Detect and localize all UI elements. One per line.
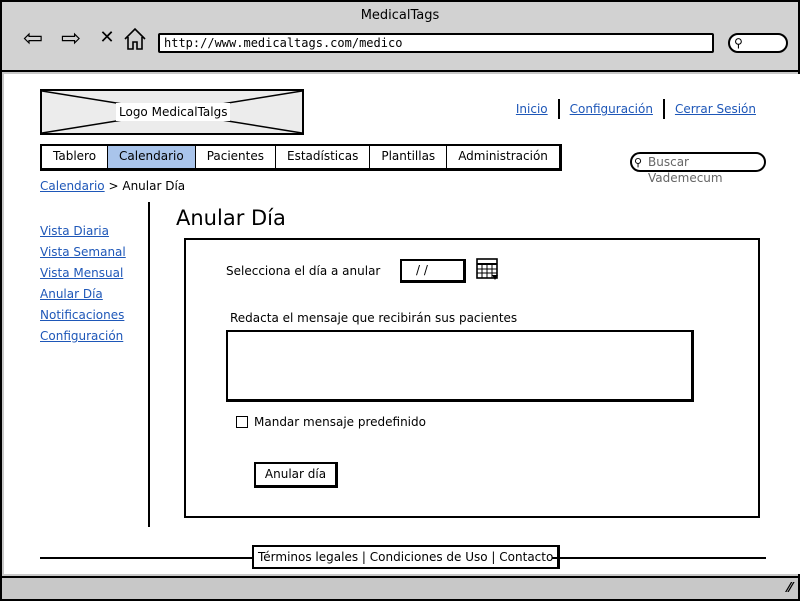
footer-divider [40,557,252,559]
footer-separator: | [491,550,496,564]
browser-window: MedicalTags ⇦ ⇨ ✕ http://www.medicaltags… [0,0,800,601]
date-input[interactable]: / / [400,259,466,283]
footer-link-contacto[interactable]: Contacto [499,550,553,564]
footer-separator: | [361,550,366,564]
message-label: Redacta el mensaje que recibirán sus pac… [230,311,518,325]
resize-grip-icon[interactable]: ⁄⁄ [788,581,792,596]
logo: Logo MedicalTalgs [40,89,304,135]
tab-pacientes[interactable]: Pacientes [195,146,276,168]
footer-link-condiciones[interactable]: Condiciones de Uso [370,550,488,564]
search-vademecum-input[interactable]: ⚲ Buscar Vademecum [630,152,766,185]
close-icon[interactable]: ✕ [92,26,122,52]
window-title: MedicalTags [360,8,440,23]
link-cerrar-sesion[interactable]: Cerrar Sesión [665,102,766,116]
search-placeholder: Buscar Vademecum [648,155,723,185]
anular-dia-button[interactable]: Anular día [254,462,338,488]
tab-tablero[interactable]: Tablero [42,146,109,168]
browser-titlebar: MedicalTags ⇦ ⇨ ✕ http://www.medicaltags… [2,2,798,72]
top-links: Inicio Configuración Cerrar Sesión [506,99,766,119]
url-bar[interactable]: http://www.medicaltags.com/medico [158,33,714,53]
main-tabs: Tablero Calendario Pacientes Estadística… [40,144,562,171]
tab-estadisticas[interactable]: Estadísticas [276,146,371,168]
message-textarea[interactable] [226,330,694,402]
predefined-message-label: Mandar mensaje predefinido [254,415,426,429]
browser-search[interactable]: ⚲ [728,33,788,53]
tab-calendario[interactable]: Calendario [108,146,196,168]
link-inicio[interactable]: Inicio [506,102,558,116]
link-configuracion[interactable]: Configuración [560,102,663,116]
breadcrumb: Calendario > Anular Día [40,179,185,193]
page-title: Anular Día [176,206,286,230]
sidebar-divider [148,202,150,527]
back-arrow-icon[interactable]: ⇦ [18,26,48,52]
statusbar: ⁄⁄ [2,576,798,599]
tab-administracion[interactable]: Administración [447,146,559,168]
search-icon: ⚲ [734,36,743,50]
forward-arrow-icon[interactable]: ⇨ [56,26,86,52]
footer-divider [552,557,766,559]
sidebar: Vista Diaria Vista Semanal Vista Mensual… [40,224,126,350]
footer: Términos legales | Condiciones de Uso | … [252,545,561,569]
sidebar-item-vista-diaria[interactable]: Vista Diaria [40,224,126,238]
home-icon[interactable] [120,26,150,52]
anular-dia-form: Selecciona el día a anular / / Redacta e… [184,238,760,518]
sidebar-item-notificaciones[interactable]: Notificaciones [40,308,126,322]
page-content: Logo MedicalTalgs Inicio Configuración C… [4,74,800,574]
date-label: Selecciona el día a anular [226,264,381,278]
predefined-message-checkbox[interactable] [236,416,248,428]
breadcrumb-separator: > [108,179,119,193]
search-icon: ⚲ [634,156,643,169]
calendar-icon[interactable] [476,257,500,281]
logo-label: Logo MedicalTalgs [116,103,231,121]
sidebar-item-configuracion[interactable]: Configuración [40,329,126,343]
tab-plantillas[interactable]: Plantillas [370,146,448,168]
sidebar-item-vista-semanal[interactable]: Vista Semanal [40,245,126,259]
breadcrumb-calendario[interactable]: Calendario [40,179,105,193]
footer-link-terminos[interactable]: Términos legales [258,550,358,564]
breadcrumb-current: Anular Día [122,179,186,193]
sidebar-item-vista-mensual[interactable]: Vista Mensual [40,266,126,280]
sidebar-item-anular-dia[interactable]: Anular Día [40,287,126,301]
